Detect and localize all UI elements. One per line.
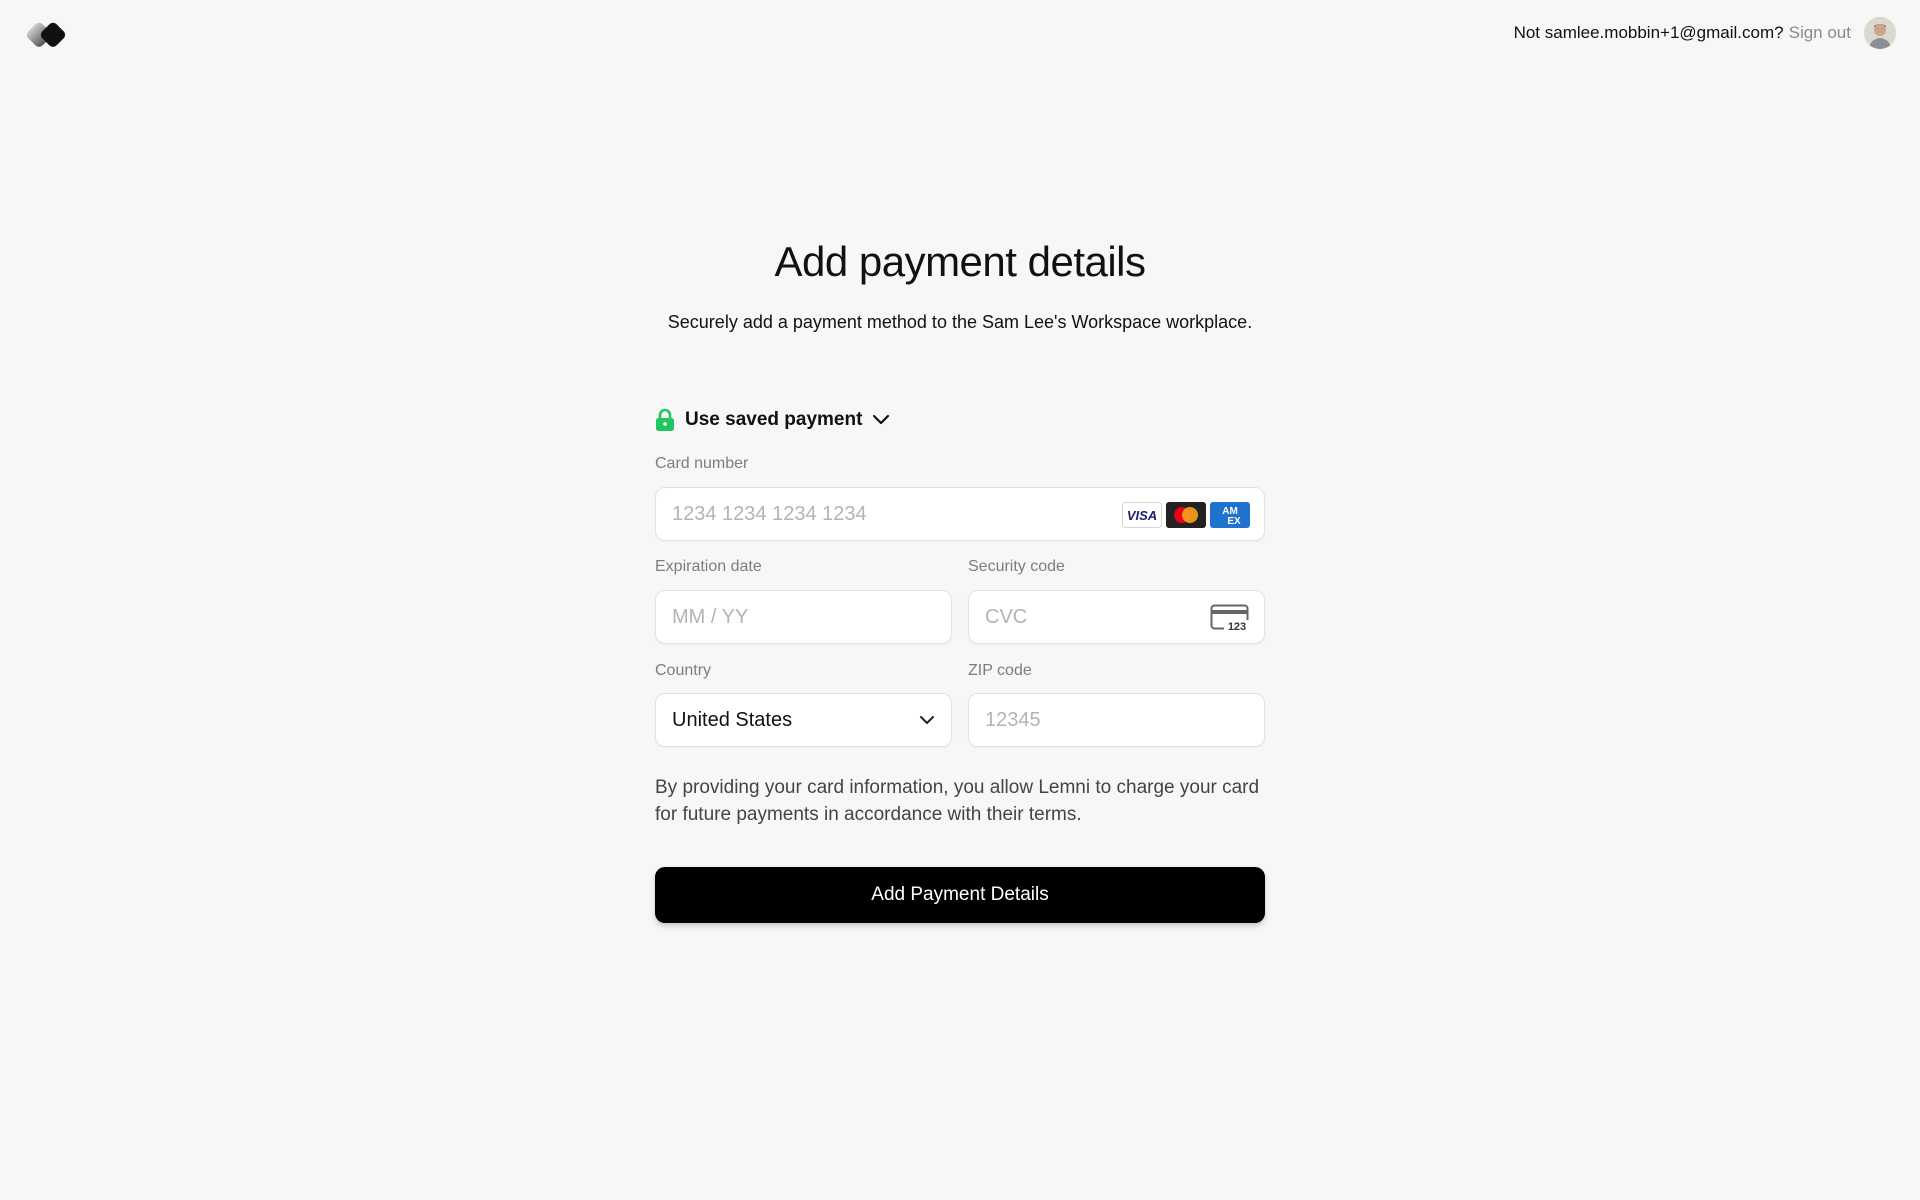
svg-text:VISA: VISA: [1127, 508, 1157, 523]
card-number-placeholder: 1234 1234 1234 1234: [672, 502, 867, 525]
expiration-date-input[interactable]: MM / YY: [655, 590, 952, 644]
card-number-label: Card number: [655, 455, 749, 472]
security-code-placeholder: CVC: [985, 605, 1028, 628]
security-code-label: Security code: [968, 558, 1065, 575]
amex-logo-icon: AM EX: [1210, 502, 1250, 528]
card-number-input[interactable]: 1234 1234 1234 1234 VISA AM EX: [655, 487, 1265, 541]
card-brand-logos: VISA AM EX: [1122, 502, 1250, 528]
security-code-input[interactable]: CVC 123: [968, 590, 1265, 644]
expiration-date-label: Expiration date: [655, 558, 762, 575]
zip-code-placeholder: 12345: [985, 708, 1041, 731]
card-authorization-notice: By providing your card information, you …: [655, 777, 1260, 825]
mastercard-logo-icon: [1166, 502, 1206, 528]
zip-code-input[interactable]: 12345: [968, 693, 1265, 747]
chevron-down-icon: [920, 716, 934, 724]
country-select[interactable]: United States: [655, 693, 952, 747]
account-info: Not samlee.mobbin+1@gmail.com? Sign out: [1514, 17, 1896, 49]
page-subtitle: Securely add a payment method to the Sam…: [667, 312, 1253, 332]
country-select-value: United States: [672, 708, 793, 731]
use-saved-payment-label: Use saved payment: [685, 409, 863, 430]
account-email-text: Not samlee.mobbin+1@gmail.com?: [1513, 23, 1784, 42]
cvc-icon-text: 123: [1228, 621, 1246, 632]
visa-logo-icon: VISA: [1122, 502, 1162, 528]
diamond-logo-icon[interactable]: [25, 18, 71, 50]
zip-code-label: ZIP code: [968, 662, 1032, 679]
page-title: Add payment details: [774, 238, 1146, 285]
cvc-card-icon: 123: [1210, 604, 1250, 632]
country-label: Country: [655, 662, 712, 679]
use-saved-payment-toggle[interactable]: Use saved payment: [655, 408, 890, 432]
svg-text:EX: EX: [1227, 516, 1241, 527]
sign-out-link[interactable]: Sign out: [1789, 23, 1851, 43]
lock-icon: [656, 408, 674, 431]
top-bar: Not samlee.mobbin+1@gmail.com? Sign out: [0, 0, 1920, 70]
chevron-down-icon: [873, 414, 890, 425]
avatar[interactable]: [1864, 17, 1896, 49]
add-payment-details-button[interactable]: Add Payment Details: [655, 867, 1265, 923]
expiration-date-placeholder: MM / YY: [672, 605, 749, 628]
